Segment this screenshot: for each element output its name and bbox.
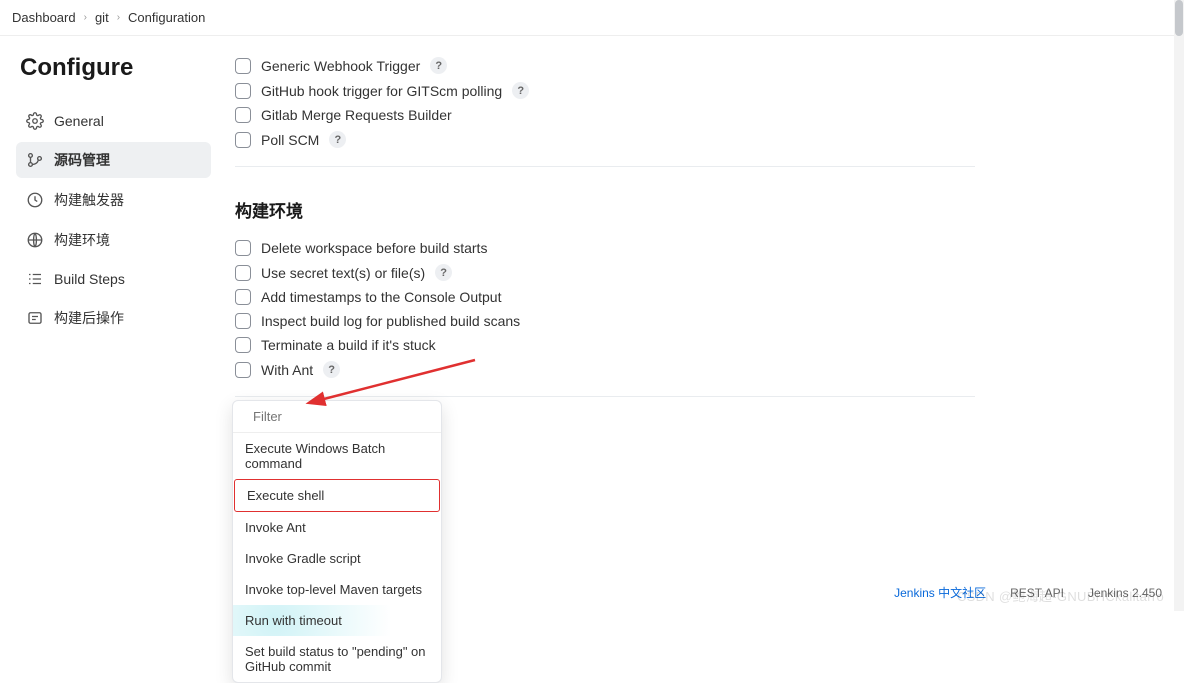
section-build-environment: 构建环境: [235, 197, 975, 222]
sidebar-item-label: 构建触发器: [54, 190, 124, 210]
sidebar-item-environment[interactable]: 构建环境: [16, 222, 211, 258]
sidebar-item-label: General: [54, 113, 104, 129]
checkbox-terminate-stuck[interactable]: [235, 337, 251, 353]
env-row: Use secret text(s) or file(s) ?: [235, 264, 975, 281]
trigger-row: Gitlab Merge Requests Builder: [235, 107, 975, 123]
help-icon[interactable]: ?: [435, 264, 452, 281]
trigger-row: Poll SCM ?: [235, 131, 975, 148]
sidebar-item-label: 构建环境: [54, 230, 110, 250]
branch-icon: [26, 151, 44, 169]
env-label: Add timestamps to the Console Output: [261, 289, 501, 305]
trigger-label: Poll SCM: [261, 132, 319, 148]
sidebar-item-build-steps[interactable]: Build Steps: [16, 262, 211, 296]
env-label: Use secret text(s) or file(s): [261, 265, 425, 281]
scrollbar-track[interactable]: [1174, 0, 1184, 611]
sidebar-item-general[interactable]: General: [16, 104, 211, 138]
chevron-right-icon: ›: [117, 12, 120, 23]
post-icon: [26, 309, 44, 327]
dropdown-item-invoke-gradle[interactable]: Invoke Gradle script: [233, 543, 441, 574]
watermark: CSDN @鲍海超-GNUBHCkalitarro: [957, 586, 1164, 605]
trigger-label: Gitlab Merge Requests Builder: [261, 107, 452, 123]
env-row: Terminate a build if it's stuck: [235, 337, 975, 353]
env-label: With Ant: [261, 362, 313, 378]
dropdown-item-invoke-maven[interactable]: Invoke top-level Maven targets: [233, 574, 441, 605]
breadcrumb: Dashboard › git › Configuration: [0, 0, 1184, 36]
help-icon[interactable]: ?: [430, 57, 447, 74]
page-title: Configure: [20, 54, 215, 82]
sidebar-item-scm[interactable]: 源码管理: [16, 142, 211, 178]
build-step-dropdown: Execute Windows Batch command Execute sh…: [232, 400, 442, 683]
trigger-row: GitHub hook trigger for GITScm polling ?: [235, 82, 975, 99]
env-label: Inspect build log for published build sc…: [261, 313, 520, 329]
sidebar-item-label: Build Steps: [54, 271, 125, 287]
dropdown-item-exec-windows-batch[interactable]: Execute Windows Batch command: [233, 433, 441, 479]
checkbox-delete-workspace[interactable]: [235, 240, 251, 256]
checkbox-generic-webhook[interactable]: [235, 58, 251, 74]
checkbox-github-hook[interactable]: [235, 83, 251, 99]
checkbox-with-ant[interactable]: [235, 362, 251, 378]
env-row: Add timestamps to the Console Output: [235, 289, 975, 305]
checkbox-poll-scm[interactable]: [235, 132, 251, 148]
env-row: Inspect build log for published build sc…: [235, 313, 975, 329]
checkbox-inspect-log[interactable]: [235, 313, 251, 329]
sidebar-item-triggers[interactable]: 构建触发器: [16, 182, 211, 218]
scrollbar-thumb[interactable]: [1175, 0, 1183, 36]
sidebar-item-label: 构建后操作: [54, 308, 124, 328]
dropdown-item-exec-shell[interactable]: Execute shell: [234, 479, 440, 512]
dropdown-filter-input[interactable]: [253, 409, 429, 424]
clock-icon: [26, 191, 44, 209]
sidebar-item-label: 源码管理: [54, 150, 110, 170]
dropdown-filter-row: [233, 401, 441, 433]
env-row: Delete workspace before build starts: [235, 240, 975, 256]
breadcrumb-configuration[interactable]: Configuration: [128, 10, 205, 25]
checkbox-gitlab-merge[interactable]: [235, 107, 251, 123]
globe-icon: [26, 231, 44, 249]
section-separator: [235, 166, 975, 167]
help-icon[interactable]: ?: [323, 361, 340, 378]
sidebar-item-post-build[interactable]: 构建后操作: [16, 300, 211, 336]
env-label: Delete workspace before build starts: [261, 240, 487, 256]
help-icon[interactable]: ?: [329, 131, 346, 148]
env-row: With Ant ?: [235, 361, 975, 378]
chevron-right-icon: ›: [84, 12, 87, 23]
trigger-label: GitHub hook trigger for GITScm polling: [261, 83, 502, 99]
gear-icon: [26, 112, 44, 130]
breadcrumb-dashboard[interactable]: Dashboard: [12, 10, 76, 25]
list-icon: [26, 270, 44, 288]
sidebar: Configure General 源码管理 构建触发器 构建环境 Build …: [0, 54, 215, 500]
dropdown-item-invoke-ant[interactable]: Invoke Ant: [233, 512, 441, 543]
checkbox-secret-text[interactable]: [235, 265, 251, 281]
trigger-row: Generic Webhook Trigger ?: [235, 57, 975, 74]
help-icon[interactable]: ?: [512, 82, 529, 99]
breadcrumb-git[interactable]: git: [95, 10, 109, 25]
env-label: Terminate a build if it's stuck: [261, 337, 436, 353]
checkbox-timestamps[interactable]: [235, 289, 251, 305]
dropdown-item-github-pending[interactable]: Set build status to "pending" on GitHub …: [233, 636, 441, 682]
section-separator: [235, 396, 975, 397]
dropdown-item-run-timeout[interactable]: Run with timeout: [233, 605, 441, 636]
trigger-label: Generic Webhook Trigger: [261, 58, 420, 74]
